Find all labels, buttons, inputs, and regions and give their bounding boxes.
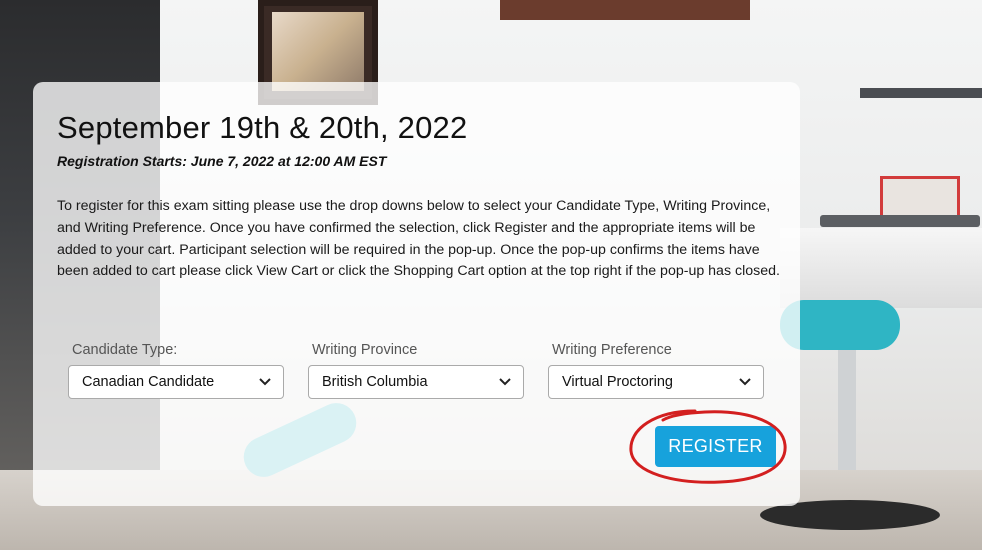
lamp-arm — [860, 88, 982, 98]
writing-province-label: Writing Province — [312, 342, 418, 358]
candidate-type-select[interactable]: Canadian Candidate — [68, 365, 284, 399]
candidate-type-label: Candidate Type: — [72, 342, 178, 358]
writing-preference-label: Writing Preference — [552, 342, 672, 358]
chevron-down-icon — [499, 378, 511, 386]
writing-preference-select[interactable]: Virtual Proctoring — [548, 365, 764, 399]
writing-preference-field: Writing Preference Virtual Proctoring — [548, 342, 764, 399]
wooden-shelf — [500, 0, 750, 20]
candidate-type-field: Candidate Type: Canadian Candidate — [68, 342, 284, 399]
writing-province-select[interactable]: British Columbia — [308, 365, 524, 399]
desk-keyboard — [820, 215, 980, 227]
candidate-type-value: Canadian Candidate — [82, 374, 215, 390]
chevron-down-icon — [259, 378, 271, 386]
wall-picture-art — [272, 12, 364, 91]
registration-start-text: Registration Starts: June 7, 2022 at 12:… — [57, 153, 387, 169]
registration-instructions: To register for this exam sitting please… — [57, 198, 780, 280]
counter — [780, 228, 982, 308]
writing-province-value: British Columbia — [322, 374, 428, 390]
chevron-down-icon — [739, 378, 751, 386]
writing-preference-value: Virtual Proctoring — [562, 374, 673, 390]
desk-monitor — [880, 176, 960, 218]
writing-province-field: Writing Province British Columbia — [308, 342, 524, 399]
event-date-heading: September 19th & 20th, 2022 — [57, 110, 468, 145]
register-button[interactable]: REGISTER — [655, 426, 776, 467]
registration-card: September 19th & 20th, 2022 Registration… — [33, 82, 800, 506]
